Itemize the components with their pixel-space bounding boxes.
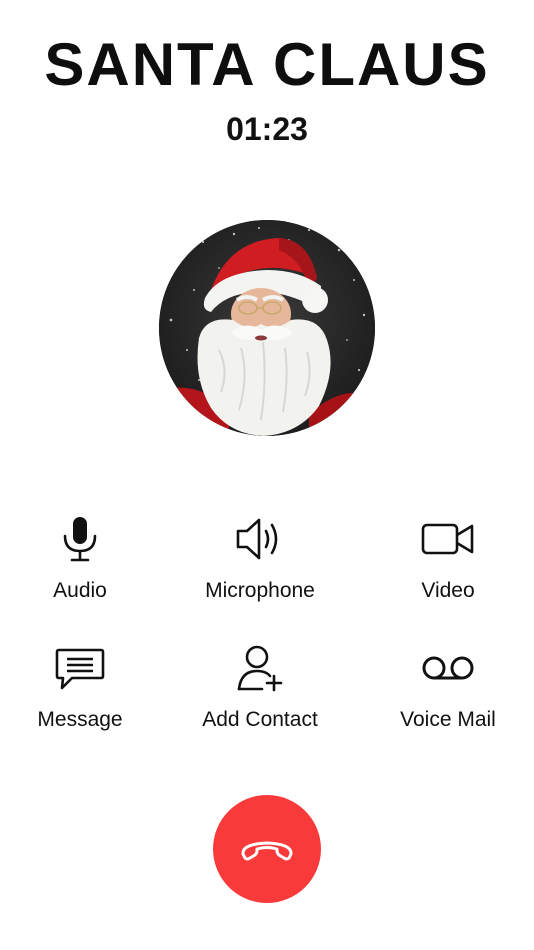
add-contact-label: Add Contact (202, 708, 318, 731)
add-contact-action[interactable]: Add Contact (171, 643, 349, 733)
video-action[interactable]: Video (359, 514, 534, 604)
call-timer: 01:23 (226, 111, 308, 147)
call-screen: SANTA CLAUS 01:23 Audio Microphone Video… (0, 0, 534, 950)
end-call-button[interactable] (213, 795, 321, 903)
message-bubble-icon (55, 648, 105, 690)
caller-name: SANTA CLAUS (44, 31, 490, 98)
speaker-icon (236, 518, 278, 560)
santa-claus-photo (159, 220, 375, 436)
voice-mail-action[interactable]: Voice Mail (359, 643, 534, 733)
phone-hangup-icon (241, 841, 293, 861)
add-person-icon (237, 645, 283, 692)
video-camera-icon (421, 523, 474, 555)
caller-avatar (159, 220, 375, 436)
audio-label: Audio (53, 579, 107, 602)
microphone-icon (63, 517, 97, 562)
microphone-label: Microphone (205, 579, 315, 602)
microphone-action[interactable]: Microphone (171, 514, 349, 604)
message-label: Message (37, 708, 123, 731)
voice-mail-label: Voice Mail (400, 708, 496, 731)
message-action[interactable]: Message (0, 643, 169, 733)
voicemail-icon (422, 656, 474, 680)
video-label: Video (421, 579, 475, 602)
audio-action[interactable]: Audio (0, 514, 169, 604)
